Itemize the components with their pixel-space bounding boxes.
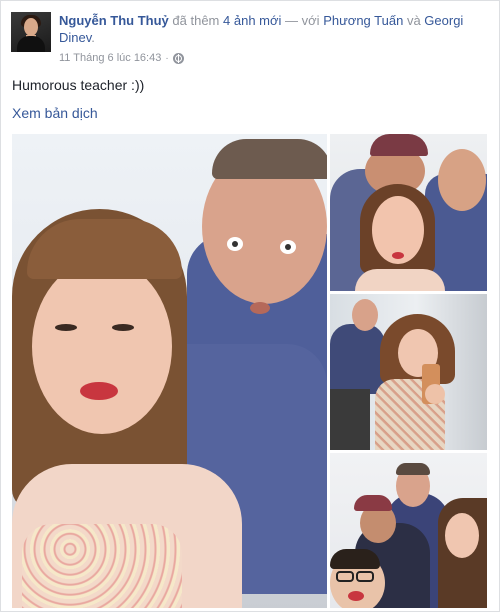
post-header: Nguyễn Thu Thuỷ đã thêm 4 ảnh mới — với … [59,12,489,46]
and-text: và [406,13,421,28]
header-period: . [91,30,95,45]
globe-icon[interactable] [172,52,184,64]
with-text: — với [285,13,320,28]
see-translation-link[interactable]: Xem bản dịch [12,105,98,121]
photo-thumb[interactable] [330,294,487,450]
author-name-link[interactable]: Nguyễn Thu Thuỷ [59,13,169,28]
photo-thumb[interactable] [330,453,487,608]
photos-link[interactable]: 4 ảnh mới [223,13,281,28]
photo-thumb[interactable] [330,134,487,291]
author-avatar[interactable] [11,12,51,52]
post-status-text: Humorous teacher :)) [12,77,145,93]
post-card: Nguyễn Thu Thuỷ đã thêm 4 ảnh mới — với … [0,0,500,612]
meta-separator: · [165,52,169,64]
action-text: đã thêm [172,13,220,28]
photo-main[interactable] [12,134,327,608]
tagged-user-link[interactable]: Phương Tuấn [323,13,403,28]
post-meta: 11 Tháng 6 lúc 16:43 · [59,52,184,64]
post-timestamp-link[interactable]: 11 Tháng 6 lúc 16:43 [59,52,161,64]
